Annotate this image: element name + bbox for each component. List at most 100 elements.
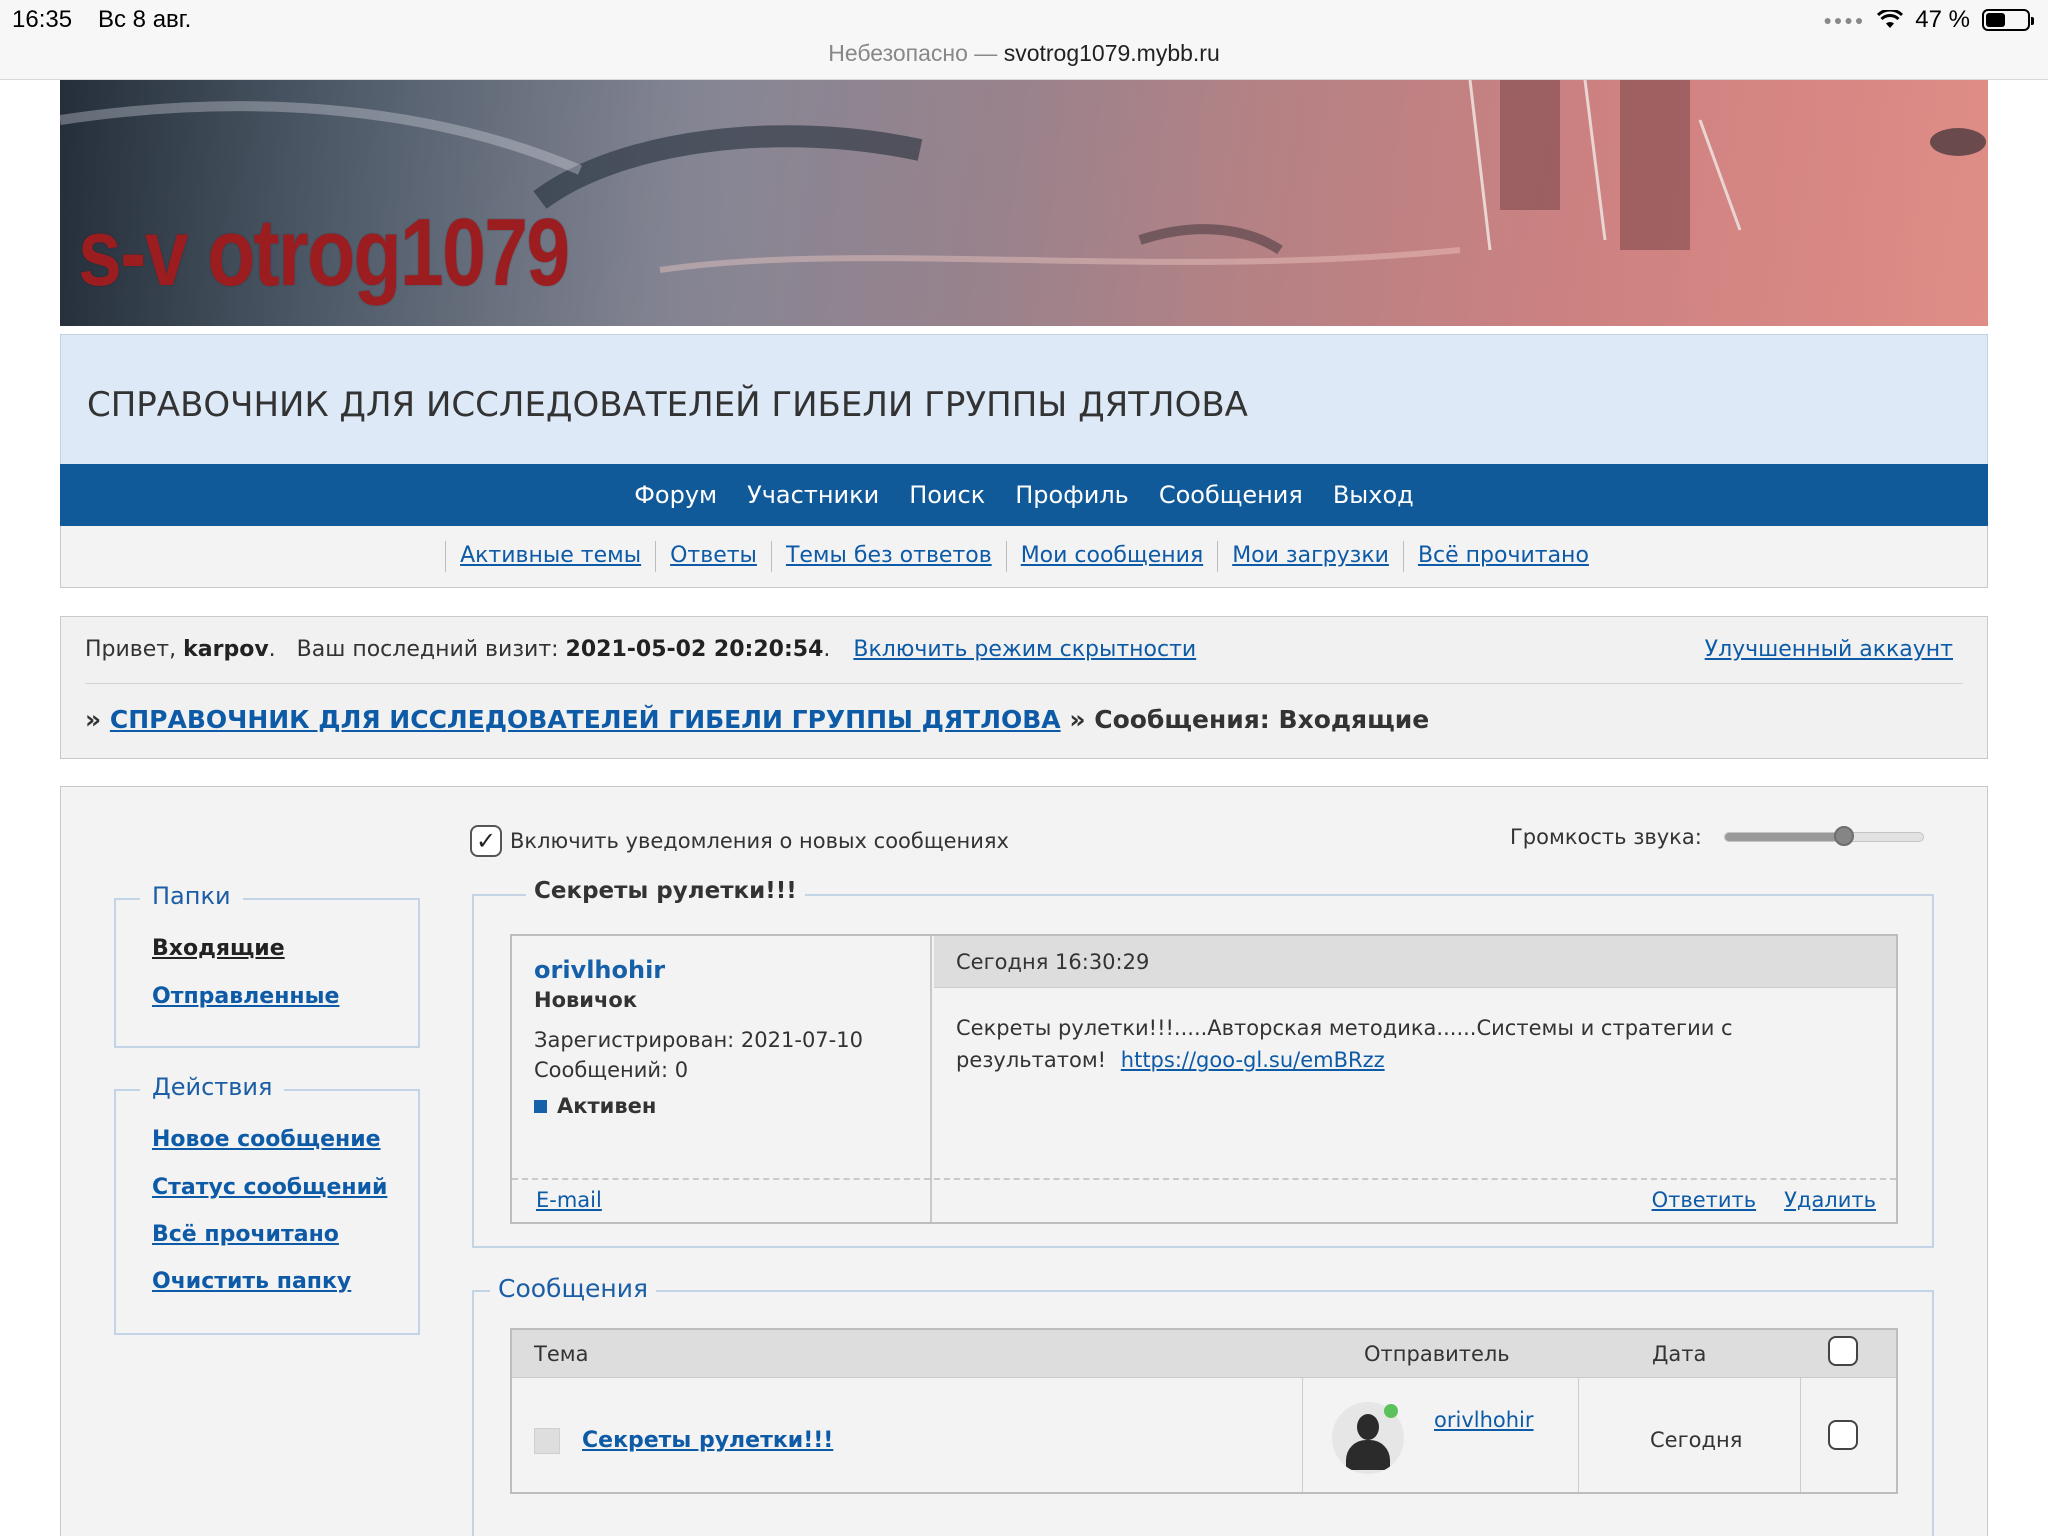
avatar-head [1357,1414,1379,1440]
actions-box: Действия Новое сообщение Статус сообщени… [114,1073,420,1335]
notify-checkbox[interactable]: ✓ [470,825,502,857]
folders-title: Папки [140,882,243,910]
greeting: Привет, [85,637,177,662]
subnav-mark-read[interactable]: Всё прочитано [1418,543,1589,568]
greeting-period: . [268,637,276,662]
username: karpov [183,637,269,662]
author-status-text: Активен [557,1094,657,1118]
post-header: Сегодня 16:30:29 [934,936,1896,988]
divider [85,683,1963,684]
subnav-my-posts[interactable]: Мои сообщения [1021,543,1204,568]
forum-banner: s-v otrog1079 [60,80,1988,326]
action-clear-folder[interactable]: Очистить папку [152,1269,351,1294]
subnav-my-uploads[interactable]: Мои загрузки [1232,543,1389,568]
select-all-checkbox[interactable] [1828,1336,1858,1366]
volume-control: Громкость звука: [1510,825,1924,849]
actions-title: Действия [140,1073,285,1101]
column-sender: Отправитель [1364,1342,1510,1366]
message-post: orivlhohir Новичок Зарегистрирован: 2021… [510,934,1898,1224]
author-status: Активен [534,1094,656,1118]
folders-box: Папки Входящие Отправленные [114,882,420,1048]
subnav-item: Всё прочитано [1402,541,1603,572]
folder-sent[interactable]: Отправленные [152,984,339,1009]
volume-slider[interactable] [1723,826,1924,846]
action-message-status[interactable]: Статус сообщений [152,1175,387,1200]
multitask-dots-icon[interactable]: ●●●● [1823,12,1865,28]
nav-logout[interactable]: Выход [1333,481,1414,509]
subnav-unanswered[interactable]: Темы без ответов [786,543,992,568]
battery-fill [1986,13,2005,27]
divider [512,1178,930,1180]
author-post-count: Сообщений: 0 [534,1058,689,1082]
subnav-active-topics[interactable]: Активные темы [460,543,641,568]
site-header: СПРАВОЧНИК ДЛЯ ИССЛЕДОВАТЕЛЕЙ ГИБЕЛИ ГРУ… [60,334,1988,464]
column-topic: Тема [534,1342,589,1366]
delete-link[interactable]: Удалить [1784,1188,1876,1212]
banner-logo: s-v otrog1079 [78,199,570,306]
stealth-mode-link[interactable]: Включить режим скрытности [853,637,1196,662]
nav-search[interactable]: Поиск [909,481,985,509]
reply-link[interactable]: Ответить [1652,1188,1757,1212]
author-email-link[interactable]: E-mail [536,1188,602,1212]
message-read-icon [534,1428,560,1454]
volume-fill [1724,833,1844,841]
status-square-icon [534,1099,547,1113]
messages-fieldset: Сообщения Тема Отправитель Дата Секреты … [472,1274,1934,1536]
ios-status-bar: 16:35 Вс 8 авг. ●●●● 47 % Небезопасно — … [0,0,2048,80]
last-visit-period: . [823,637,831,662]
status-right: ●●●● 47 % [1823,6,2034,34]
nav-forum[interactable]: Форум [634,481,717,509]
folder-inbox[interactable]: Входящие [152,936,285,961]
nav-members[interactable]: Участники [747,481,879,509]
notify-row: ✓ Включить уведомления о новых сообщения… [470,825,1009,857]
main-nav: Форум Участники Поиск Профиль Сообщения … [60,464,1988,526]
nav-profile[interactable]: Профиль [1015,481,1129,509]
volume-knob[interactable] [1833,826,1854,846]
status-date: Вс 8 авг. [98,6,192,33]
action-new-message[interactable]: Новое сообщение [152,1127,381,1152]
battery-icon [1982,9,2034,31]
post-link[interactable]: https://goo-gl.su/emBRzz [1121,1048,1385,1072]
column-divider [1302,1378,1303,1492]
welcome-box: Привет, karpov. Ваш последний визит: 202… [60,616,1988,759]
post-actions: Ответить Удалить [1652,1188,1876,1212]
breadcrumb-forum[interactable]: СПРАВОЧНИК ДЛЯ ИССЛЕДОВАТЕЛЕЙ ГИБЕЛИ ГРУ… [110,705,1061,734]
author-registered: Зарегистрирован: 2021-07-10 [534,1028,863,1052]
message-fieldset: Секреты рулетки!!! orivlhohir Новичок За… [472,878,1934,1248]
post-author: orivlhohir Новичок Зарегистрирован: 2021… [512,936,932,1222]
last-visit-label: Ваш последний визит: [296,637,559,662]
upgrade-account-link[interactable]: Улучшенный аккаунт [1705,637,1953,662]
notify-label: Включить уведомления о новых сообщениях [510,829,1009,853]
row-sender-link[interactable]: orivlhohir [1434,1408,1534,1432]
status-time: 16:35 [12,6,73,33]
insecure-label: Небезопасно — [828,40,998,66]
action-mark-read[interactable]: Всё прочитано [152,1222,339,1247]
breadcrumb-sep: » [85,705,102,734]
subnav-item: Активные темы [445,541,655,572]
row-date: Сегодня [1650,1428,1743,1452]
messages-title: Сообщения [490,1274,657,1303]
online-indicator-icon [1384,1404,1398,1418]
battery-percent: 47 % [1915,6,1970,33]
row-checkbox[interactable] [1828,1420,1858,1450]
subnav-item: Ответы [655,541,771,572]
post-date: Сегодня 16:30:29 [956,950,1150,974]
address-bar[interactable]: Небезопасно — svotrog1079.mybb.ru [0,40,2048,67]
author-name[interactable]: orivlhohir [534,956,665,984]
column-divider [1800,1378,1801,1492]
breadcrumb: » СПРАВОЧНИК ДЛЯ ИССЛЕДОВАТЕЛЕЙ ГИБЕЛИ Г… [85,705,1429,734]
column-divider [1578,1378,1579,1492]
table-header: Тема Отправитель Дата [512,1330,1896,1378]
url-host: svotrog1079.mybb.ru [1003,40,1220,66]
messages-table: Тема Отправитель Дата Секреты рулетки!!!… [510,1328,1898,1494]
avatar-body [1346,1440,1390,1470]
nav-messages[interactable]: Сообщения [1159,481,1303,509]
volume-label: Громкость звука: [1510,825,1702,849]
sub-nav: Активные темы Ответы Темы без ответов Мо… [60,526,1988,588]
row-topic-link[interactable]: Секреты рулетки!!! [582,1428,833,1453]
subnav-item: Темы без ответов [770,541,1006,572]
breadcrumb-sep: » [1069,705,1086,734]
subnav-replies[interactable]: Ответы [670,543,757,568]
subnav-item: Мои загрузки [1217,541,1403,572]
site-title: СПРАВОЧНИК ДЛЯ ИССЛЕДОВАТЕЛЕЙ ГИБЕЛИ ГРУ… [87,385,1248,425]
